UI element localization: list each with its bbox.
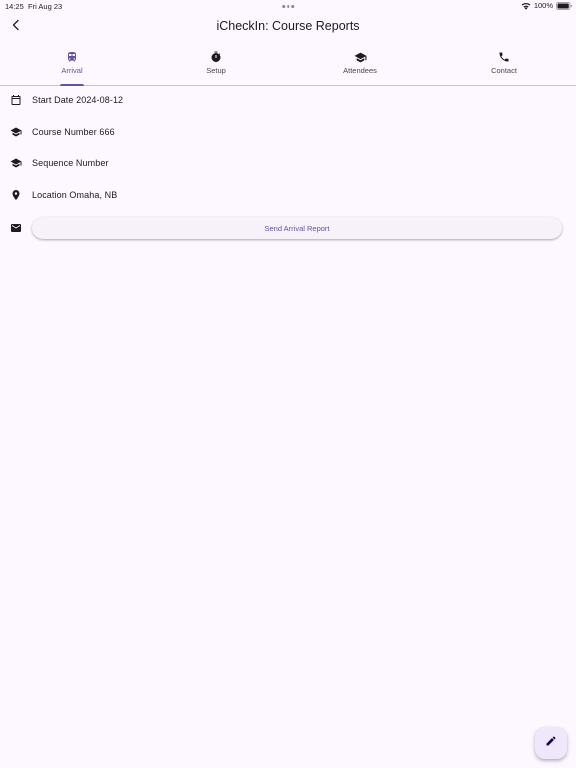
edit-icon bbox=[545, 734, 557, 752]
location-pin-icon bbox=[10, 189, 22, 201]
timer-icon bbox=[209, 50, 223, 64]
edit-fab-button[interactable] bbox=[535, 727, 567, 759]
location-text: Location Omaha, NB bbox=[32, 190, 118, 200]
phone-icon bbox=[497, 50, 511, 64]
tab-bar: Arrival Setup Attendees Contact bbox=[0, 44, 576, 86]
school-icon bbox=[10, 157, 22, 169]
start-date-text: Start Date 2024-08-12 bbox=[32, 95, 124, 105]
battery-percent: 100% bbox=[533, 1, 553, 10]
tab-setup[interactable]: Setup bbox=[144, 44, 288, 85]
active-tab-indicator bbox=[60, 84, 84, 86]
status-date: Fri Aug 23 bbox=[28, 2, 63, 11]
location-row: Location Omaha, NB bbox=[0, 185, 576, 205]
sequence-number-text: Sequence Number bbox=[32, 158, 109, 168]
app-bar: iCheckIn: Course Reports bbox=[0, 12, 576, 44]
tab-label: Arrival bbox=[61, 66, 83, 75]
calendar-icon bbox=[10, 94, 22, 106]
tab-arrival[interactable]: Arrival bbox=[0, 44, 144, 86]
sequence-number-row: Sequence Number bbox=[0, 153, 576, 173]
tab-contact[interactable]: Contact bbox=[432, 44, 576, 85]
start-date-row: Start Date 2024-08-12 bbox=[0, 90, 576, 110]
page-title: iCheckIn: Course Reports bbox=[216, 19, 360, 33]
status-time: 14:25 bbox=[5, 2, 24, 11]
status-right: 100% bbox=[521, 1, 572, 10]
school-icon bbox=[10, 126, 22, 138]
tab-label: Attendees bbox=[343, 66, 377, 75]
course-number-row: Course Number 666 bbox=[0, 122, 576, 142]
battery-icon bbox=[556, 1, 572, 10]
multitasking-dots-icon[interactable] bbox=[282, 5, 294, 8]
status-bar: 14:25 Fri Aug 23 100% bbox=[0, 0, 576, 12]
school-icon bbox=[353, 50, 367, 64]
wifi-icon bbox=[521, 2, 531, 10]
tab-label: Setup bbox=[206, 66, 226, 75]
mail-icon bbox=[10, 222, 22, 234]
send-arrival-report-button[interactable]: Send Arrival Report bbox=[32, 217, 562, 239]
train-icon bbox=[65, 50, 79, 64]
course-number-text: Course Number 666 bbox=[32, 127, 115, 137]
tab-label: Contact bbox=[491, 66, 517, 75]
tab-attendees[interactable]: Attendees bbox=[288, 44, 432, 85]
